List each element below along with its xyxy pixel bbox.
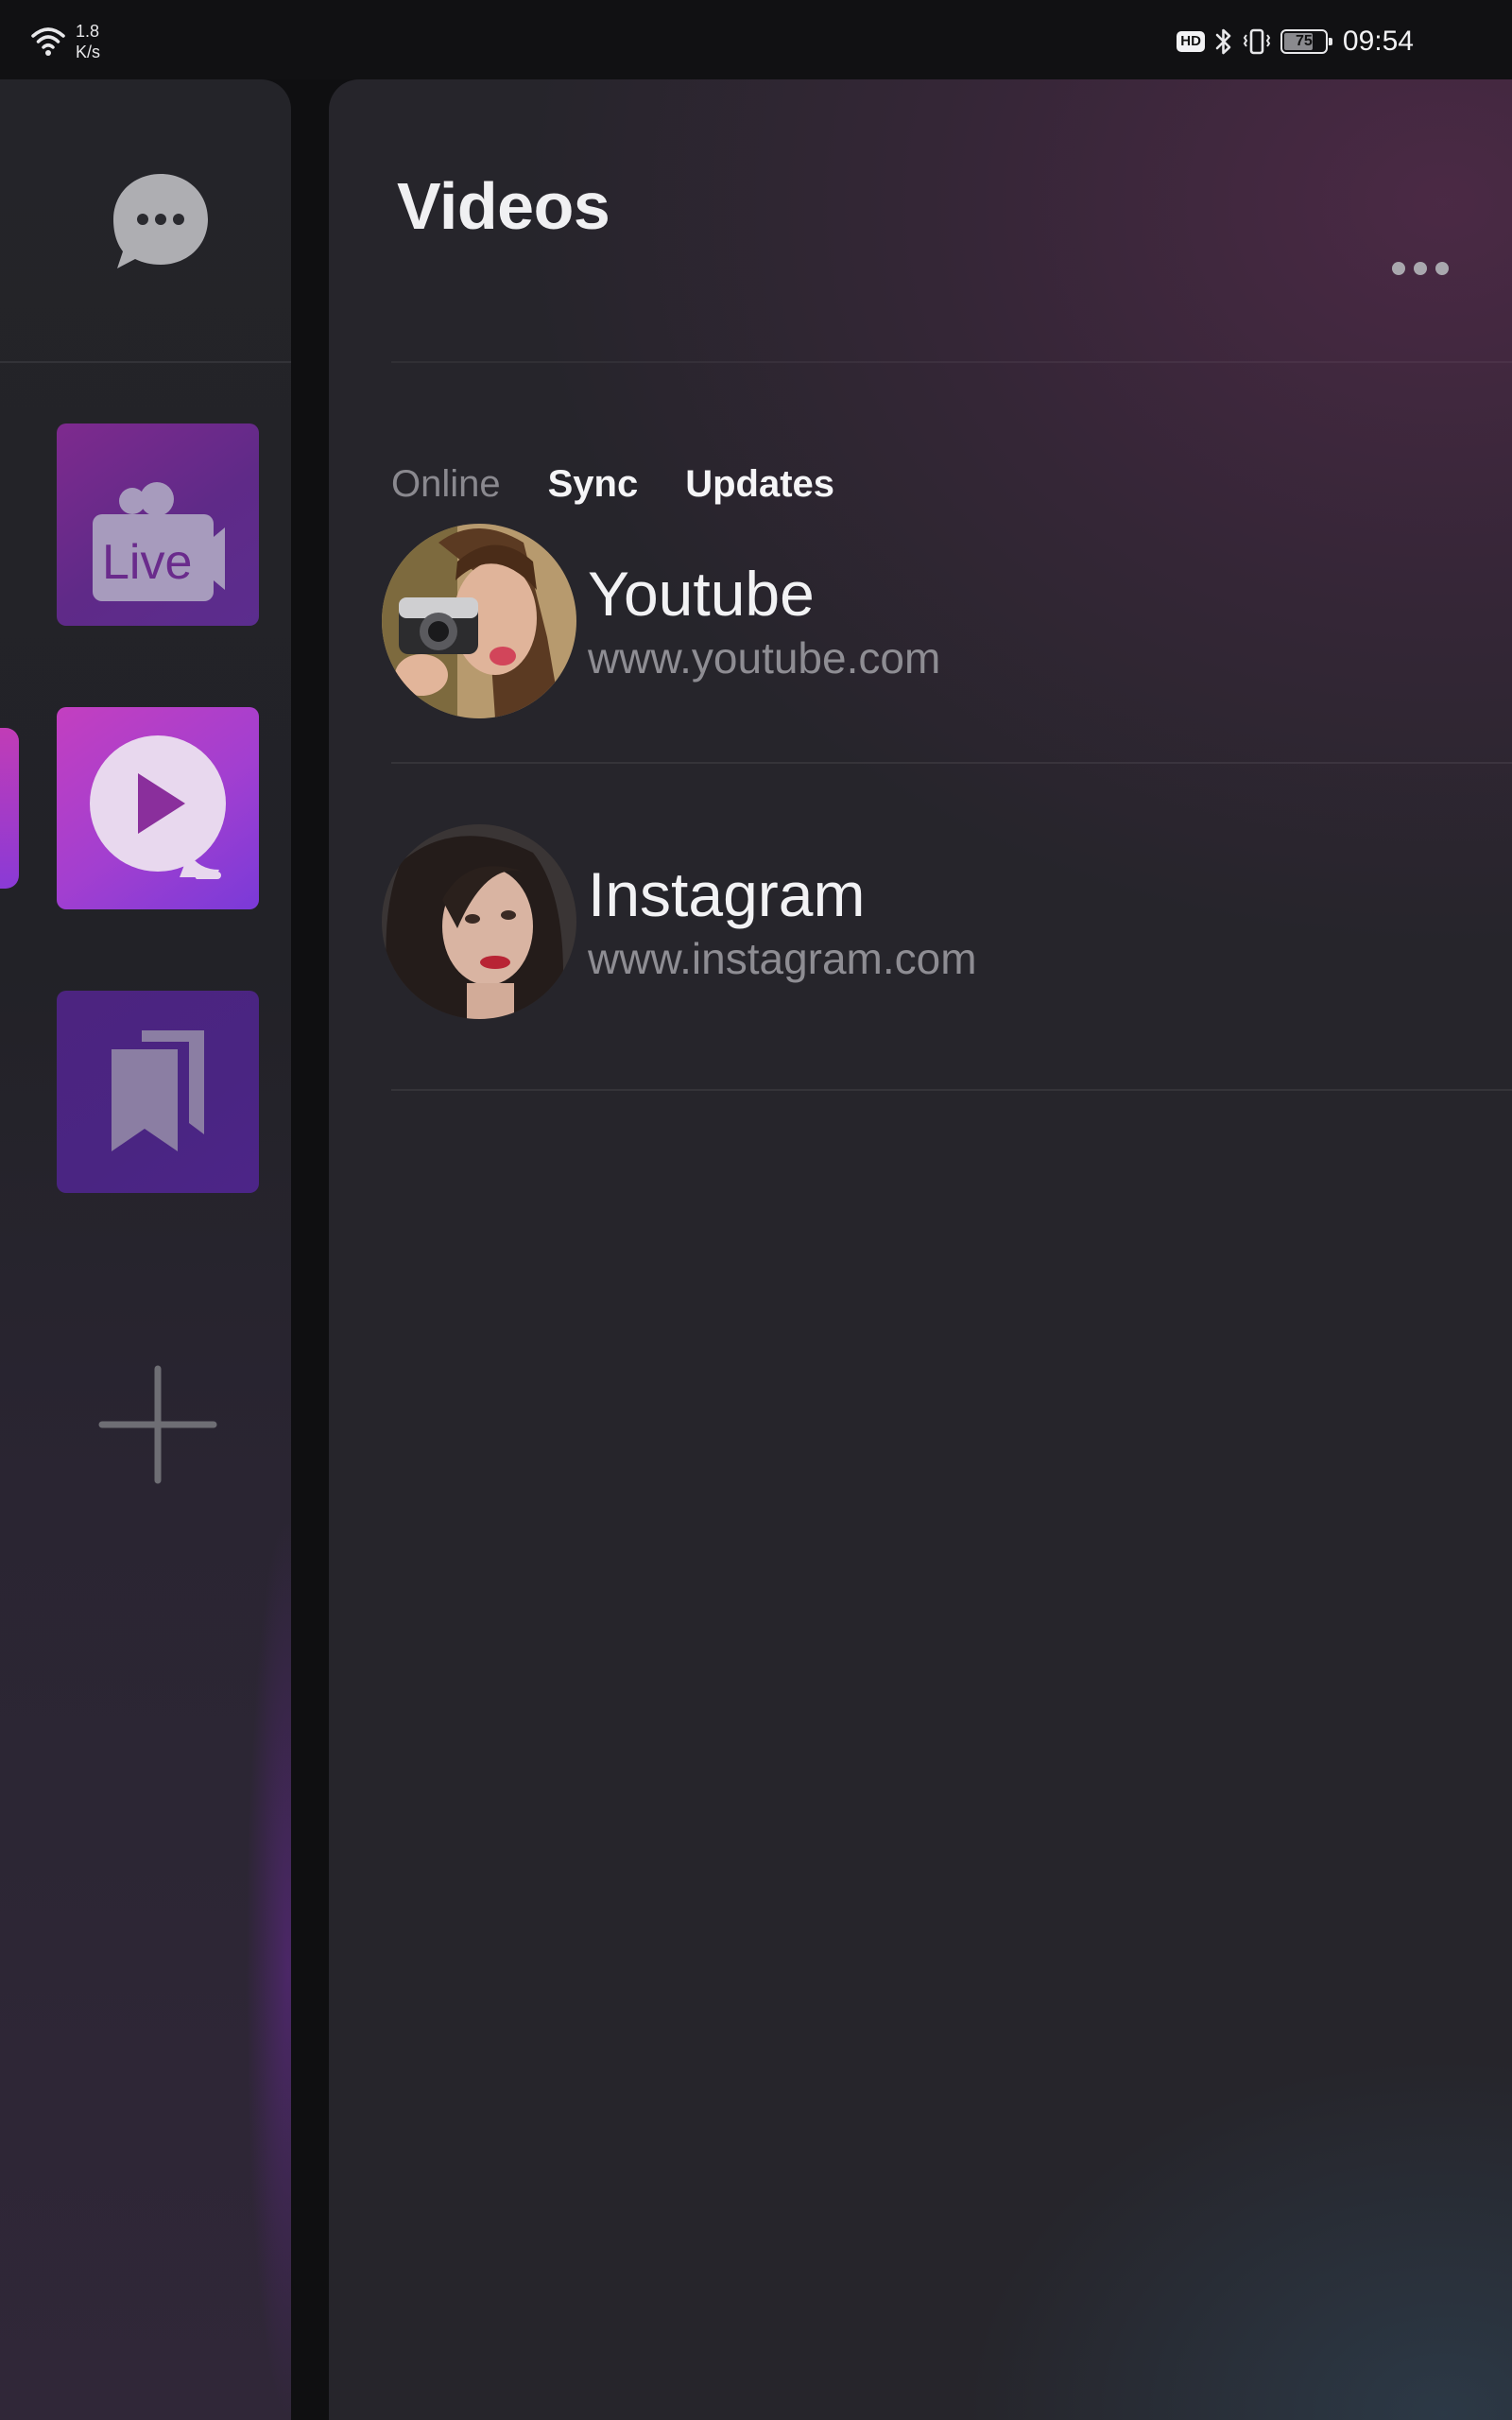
vibrate-icon — [1243, 28, 1271, 55]
status-bar: 1.8 K/s HD 75 09:54 — [0, 0, 1512, 79]
tab-updates[interactable]: Updates — [685, 461, 834, 507]
network-speed-unit: K/s — [76, 43, 101, 61]
status-indicators: HD 75 09:54 — [1177, 25, 1414, 59]
bluetooth-icon — [1215, 28, 1231, 55]
battery-level: 75 — [1296, 33, 1313, 49]
main-panel: Videos Online Sync Updates Youtube www.y… — [329, 79, 1512, 2420]
sidebar: Live — [0, 79, 291, 2420]
network-speed-value: 1.8 — [76, 22, 100, 41]
list-divider — [391, 1089, 1512, 1091]
wifi-icon — [31, 27, 65, 56]
list-item-instagram[interactable]: Instagram www.instagram.com — [382, 824, 1512, 1051]
more-horizontal-icon[interactable] — [1391, 259, 1450, 278]
list-divider — [391, 762, 1512, 764]
bookmarks-icon — [112, 1030, 204, 1151]
sidebar-tile-live[interactable]: Live — [57, 424, 259, 626]
active-indicator — [0, 728, 19, 889]
background-gradient-bottom — [329, 79, 1512, 2420]
tab-bar: Online Sync Updates — [391, 461, 834, 507]
site-url: www.instagram.com — [588, 934, 977, 983]
network-speed: 1.8 K/s — [76, 21, 132, 62]
tab-online[interactable]: Online — [391, 461, 501, 507]
sidebar-tile-video-player[interactable] — [57, 707, 259, 909]
play-icon — [90, 735, 226, 879]
site-name: Instagram — [588, 859, 866, 929]
status-time: 09:54 — [1342, 26, 1414, 57]
sidebar-tile-bookmarks[interactable] — [57, 991, 259, 1193]
hd-badge: HD — [1177, 31, 1205, 52]
sidebar-glow — [246, 1516, 291, 2420]
sidebar-divider — [0, 361, 291, 363]
page-title: Videos — [397, 169, 610, 243]
plus-icon[interactable] — [98, 1365, 217, 1484]
live-label: Live — [102, 535, 192, 590]
avatar-image-youtube — [382, 524, 576, 718]
chat-bubble-icon[interactable] — [110, 170, 212, 274]
avatar-youtube — [382, 524, 576, 718]
site-name: Youtube — [588, 559, 815, 629]
video-camera-icon: Live — [93, 482, 225, 601]
battery-icon: 75 — [1280, 29, 1332, 54]
list-item-youtube[interactable]: Youtube www.youtube.com — [382, 524, 1512, 751]
header-divider — [391, 361, 1512, 363]
tab-sync[interactable]: Sync — [548, 461, 639, 507]
avatar-image-instagram — [382, 824, 576, 1019]
avatar-instagram — [382, 824, 576, 1019]
site-url: www.youtube.com — [588, 633, 941, 683]
